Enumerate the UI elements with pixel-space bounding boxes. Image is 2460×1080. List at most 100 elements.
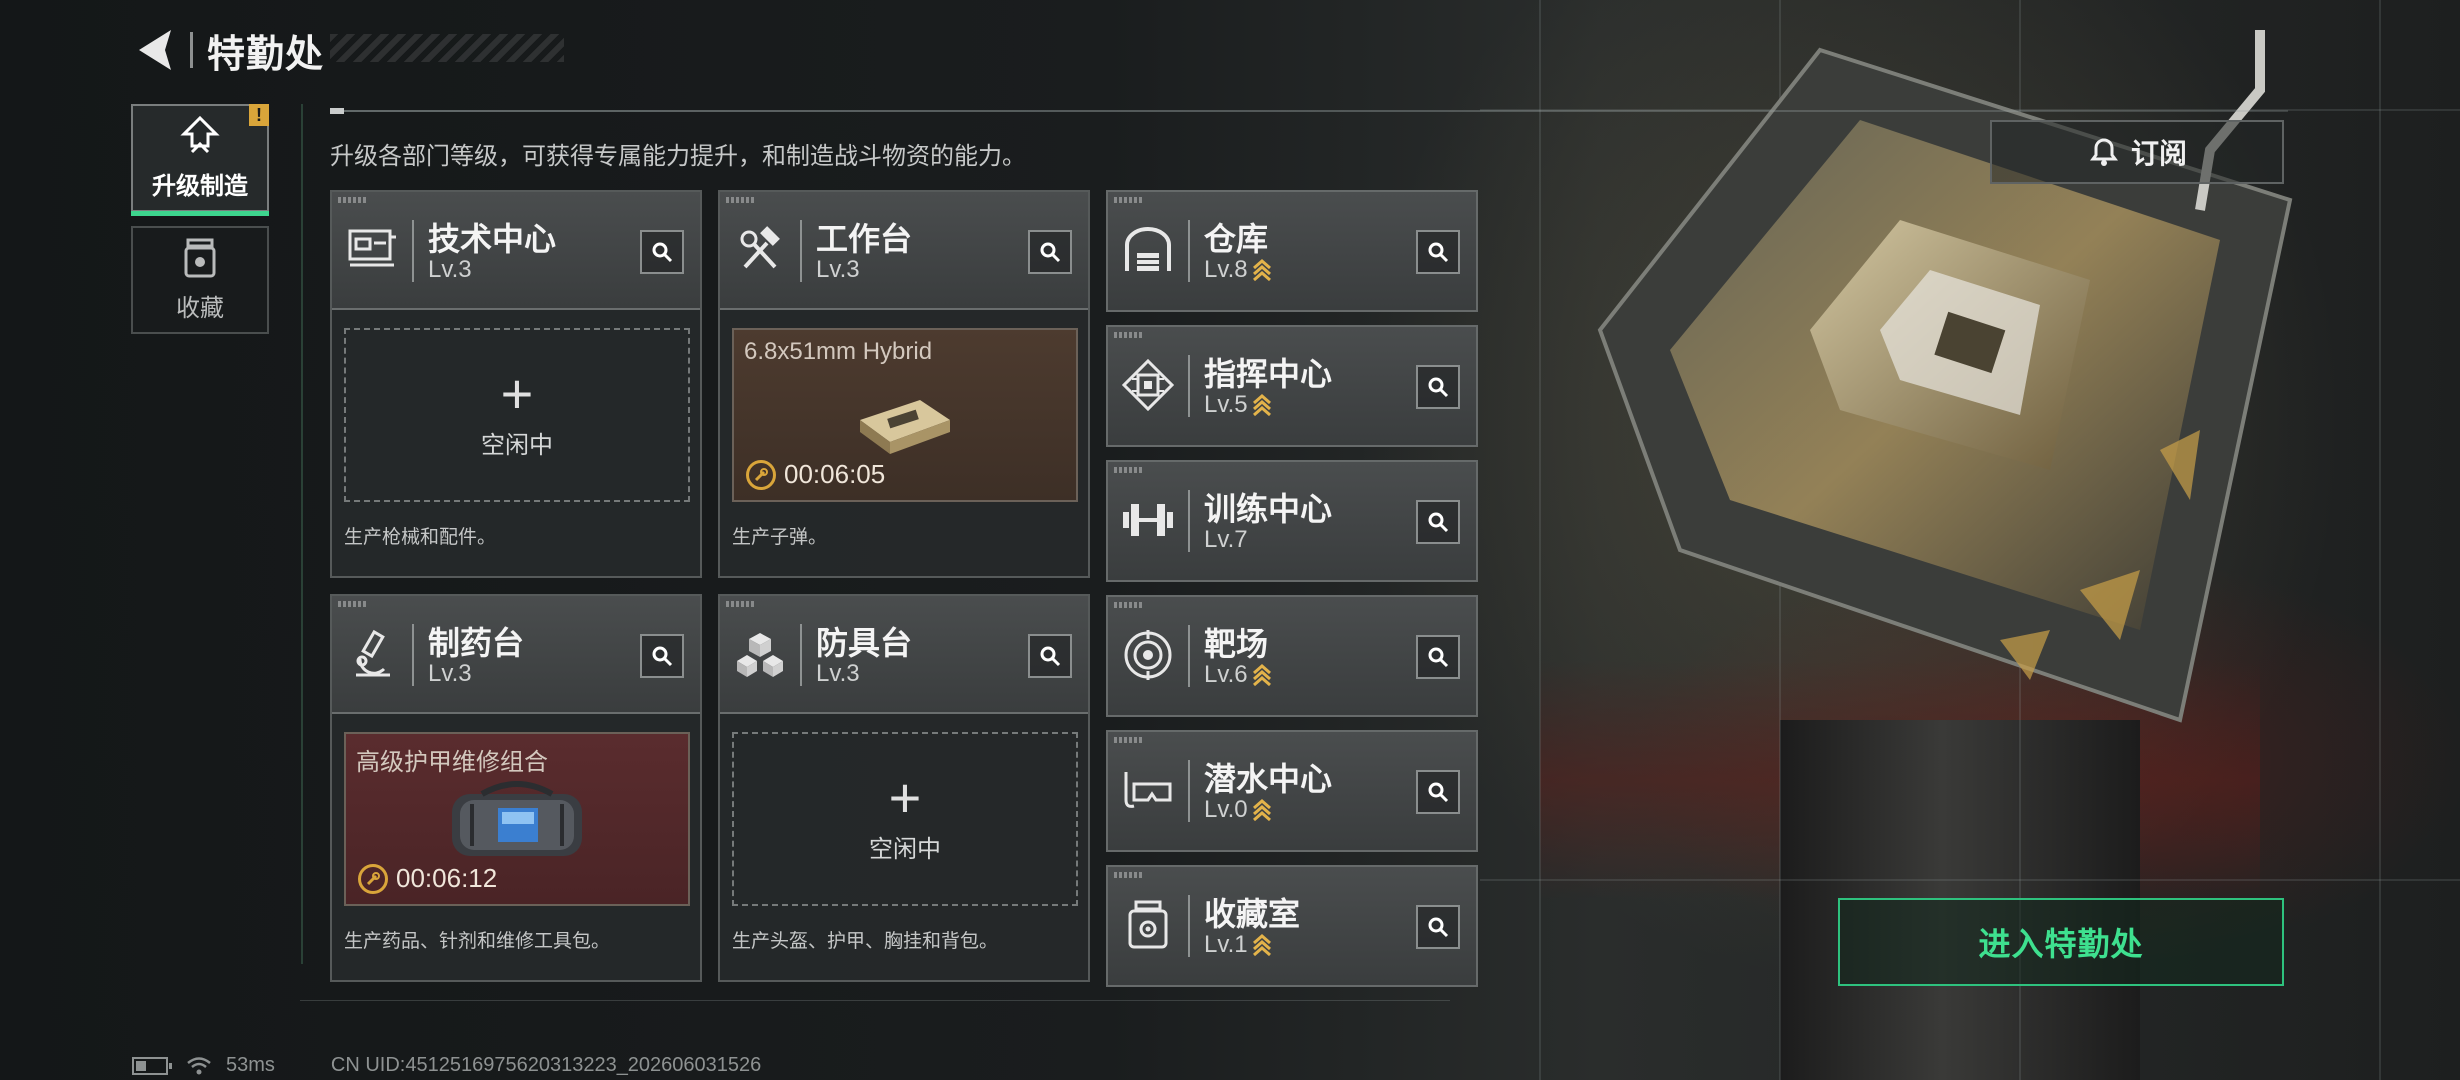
department-card-pharmacy[interactable]: 制药台 Lv.3 高级护甲维修组合 00:06:12 生产药品、针剂和维修工具包… bbox=[330, 594, 702, 982]
page-description: 升级各部门等级，可获得专属能力提升，和制造战斗物资的能力。 bbox=[330, 143, 1026, 170]
department-name: 潜水中心 bbox=[1204, 761, 1333, 797]
level-text: Lv.3 bbox=[816, 660, 860, 687]
search-button[interactable] bbox=[1416, 500, 1460, 544]
tab-label: 升级制造 bbox=[152, 172, 248, 200]
department-level: Lv.1 bbox=[1204, 931, 1272, 959]
department-level: Lv.5 bbox=[1204, 391, 1272, 419]
level-text: Lv.3 bbox=[428, 660, 472, 687]
department-level: Lv.8 bbox=[1204, 256, 1272, 284]
card-separator bbox=[412, 624, 414, 686]
upgrade-available-icon bbox=[1252, 934, 1271, 957]
department-name: 制药台 bbox=[428, 625, 525, 661]
department-name: 技术中心 bbox=[428, 221, 557, 257]
search-button[interactable] bbox=[640, 634, 684, 678]
dumbbell-icon bbox=[1120, 492, 1176, 548]
card-separator bbox=[1188, 895, 1190, 957]
production-timer: 00:06:12 bbox=[358, 863, 497, 894]
diving-mask-icon bbox=[1120, 762, 1176, 818]
search-icon bbox=[652, 242, 673, 263]
top-rule bbox=[330, 108, 2288, 114]
department-name: 收藏室 bbox=[1204, 896, 1301, 932]
card-micro-mark bbox=[1114, 197, 1144, 203]
search-button[interactable] bbox=[640, 230, 684, 274]
timer-text: 00:06:12 bbox=[396, 863, 498, 893]
department-level: Lv.7 bbox=[1204, 526, 1248, 554]
collection-jar-icon bbox=[184, 238, 216, 277]
search-icon bbox=[652, 646, 673, 667]
department-card-tech-center[interactable]: 技术中心 Lv.3 + 空闲中 生产枪械和配件。 bbox=[330, 190, 702, 578]
card-micro-mark bbox=[1114, 737, 1144, 743]
armor-repair-kit-image bbox=[442, 774, 592, 875]
search-button[interactable] bbox=[1416, 365, 1460, 409]
status-footer: 53ms CN UID:4512516975620313223_20260603… bbox=[132, 1054, 761, 1077]
title-stripes bbox=[330, 34, 564, 62]
search-button[interactable] bbox=[1028, 230, 1072, 274]
warehouse-icon bbox=[1120, 222, 1176, 278]
enter-special-ops-button[interactable]: 进入特勤处 bbox=[1838, 898, 2284, 986]
production-timer: 00:06:05 bbox=[746, 459, 885, 490]
department-card-command-center[interactable]: 指挥中心 Lv.5 bbox=[1106, 325, 1478, 447]
card-micro-mark bbox=[1114, 332, 1144, 338]
card-micro-mark bbox=[1114, 467, 1144, 473]
uid-text: CN UID:4512516975620313223_202606031526 bbox=[330, 1054, 762, 1076]
tab-upgrade-manufacture[interactable]: ! 升级制造 bbox=[131, 104, 269, 216]
department-card-armor-bench[interactable]: 防具台 Lv.3 + 空闲中 生产头盔、护甲、胸挂和背包。 bbox=[718, 594, 1090, 982]
page-title: 特勤处 bbox=[207, 33, 325, 76]
tab-collection[interactable]: 收藏 bbox=[131, 226, 269, 334]
subscribe-button[interactable]: 订阅 bbox=[1990, 120, 2284, 184]
upgrade-manufacture-icon bbox=[180, 115, 220, 153]
search-icon bbox=[1428, 242, 1449, 263]
department-name: 工作台 bbox=[816, 221, 913, 257]
department-card-shooting-range[interactable]: 靶场 Lv.6 bbox=[1106, 595, 1478, 717]
upgrade-available-icon bbox=[1252, 664, 1271, 687]
back-arrow-icon bbox=[139, 30, 171, 70]
add-icon: + bbox=[888, 765, 922, 829]
production-slot-idle[interactable]: + 空闲中 bbox=[344, 328, 690, 502]
search-button[interactable] bbox=[1416, 635, 1460, 679]
department-name: 指挥中心 bbox=[1204, 356, 1333, 392]
department-card-warehouse[interactable]: 仓库 Lv.8 bbox=[1106, 190, 1478, 312]
department-card-training-center[interactable]: 训练中心 Lv.7 bbox=[1106, 460, 1478, 582]
card-separator bbox=[800, 220, 802, 282]
wifi-icon bbox=[187, 1056, 211, 1074]
card-separator bbox=[412, 220, 414, 282]
search-icon bbox=[1428, 647, 1449, 668]
search-button[interactable] bbox=[1416, 770, 1460, 814]
card-separator bbox=[800, 624, 802, 686]
search-icon bbox=[1428, 917, 1449, 938]
tech-center-icon bbox=[344, 222, 400, 278]
wrench-icon bbox=[358, 863, 388, 894]
department-card-diving-center[interactable]: 潜水中心 Lv.0 bbox=[1106, 730, 1478, 852]
production-slot-active[interactable]: 6.8x51mm Hybrid 00:06:05 bbox=[732, 328, 1078, 502]
department-level: Lv.0 bbox=[1204, 796, 1272, 824]
item-name: 高级护甲维修组合 bbox=[356, 749, 548, 776]
production-slot-idle[interactable]: + 空闲中 bbox=[732, 732, 1078, 906]
battery-icon bbox=[132, 1056, 172, 1075]
card-header: 制药台 Lv.3 bbox=[332, 596, 700, 714]
search-icon bbox=[1428, 512, 1449, 533]
subscribe-label: 订阅 bbox=[2130, 138, 2187, 169]
collection-jar-icon bbox=[1120, 897, 1176, 953]
search-button[interactable] bbox=[1416, 905, 1460, 949]
tab-label: 收藏 bbox=[176, 294, 224, 322]
upgrade-available-icon bbox=[1252, 394, 1271, 417]
department-level: Lv.3 bbox=[816, 660, 860, 688]
level-text: Lv.7 bbox=[1204, 526, 1248, 553]
enter-label: 进入特勤处 bbox=[1978, 926, 2144, 962]
search-icon bbox=[1428, 782, 1449, 803]
level-text: Lv.3 bbox=[816, 256, 860, 283]
department-name: 训练中心 bbox=[1204, 491, 1333, 527]
card-header: 技术中心 Lv.3 bbox=[332, 192, 700, 310]
search-button[interactable] bbox=[1028, 634, 1072, 678]
department-card-collection-room[interactable]: 收藏室 Lv.1 bbox=[1106, 865, 1478, 987]
card-header: 工作台 Lv.3 bbox=[720, 192, 1088, 310]
card-separator bbox=[1188, 220, 1190, 282]
department-card-workbench[interactable]: 工作台 Lv.3 6.8x51mm Hybrid 00:06:05 生产子弹。 bbox=[718, 190, 1090, 578]
search-icon bbox=[1428, 377, 1449, 398]
production-slot-active[interactable]: 高级护甲维修组合 00:06:12 bbox=[344, 732, 690, 906]
upgrade-available-icon bbox=[1252, 259, 1271, 282]
back-button[interactable] bbox=[130, 22, 180, 78]
slot-status: 空闲中 bbox=[869, 835, 941, 863]
search-button[interactable] bbox=[1416, 230, 1460, 274]
level-text: Lv.0 bbox=[1204, 796, 1248, 823]
